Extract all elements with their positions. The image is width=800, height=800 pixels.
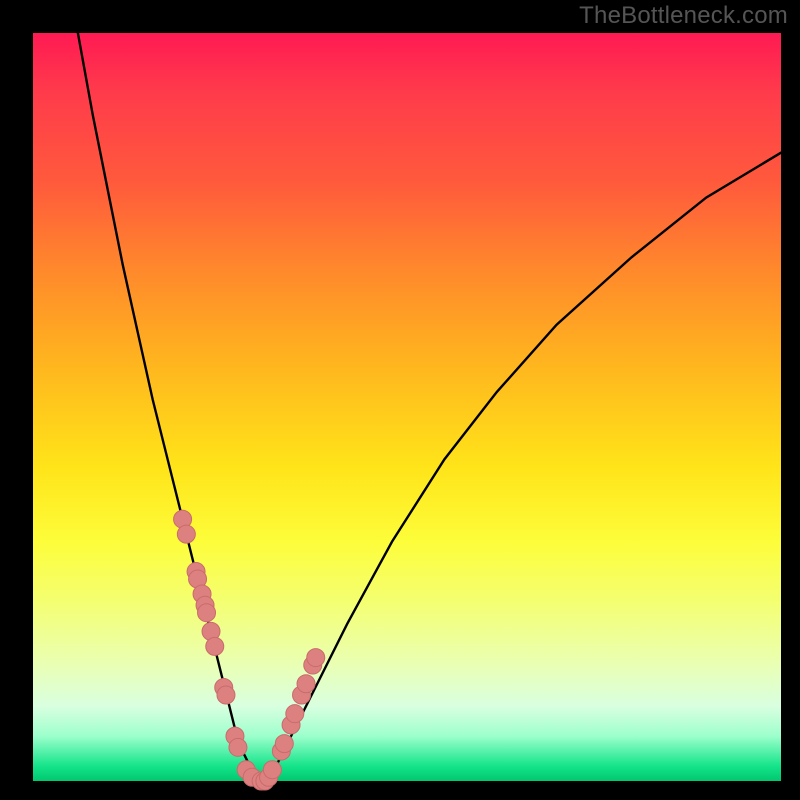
highlight-point [177, 525, 195, 543]
watermark-text: TheBottleneck.com [579, 2, 788, 30]
curve-layer [78, 33, 781, 781]
highlight-point [286, 705, 304, 723]
highlight-point [206, 637, 224, 655]
highlight-point [263, 761, 281, 779]
highlight-point [275, 735, 293, 753]
marker-layer [174, 510, 325, 790]
highlight-point [229, 738, 247, 756]
highlight-point [297, 675, 315, 693]
chart-frame: TheBottleneck.com [0, 0, 800, 800]
highlight-point [198, 604, 216, 622]
highlight-point [307, 649, 325, 667]
plot-area [33, 33, 781, 781]
chart-svg [33, 33, 781, 781]
bottleneck-curve [78, 33, 781, 781]
highlight-point [217, 686, 235, 704]
